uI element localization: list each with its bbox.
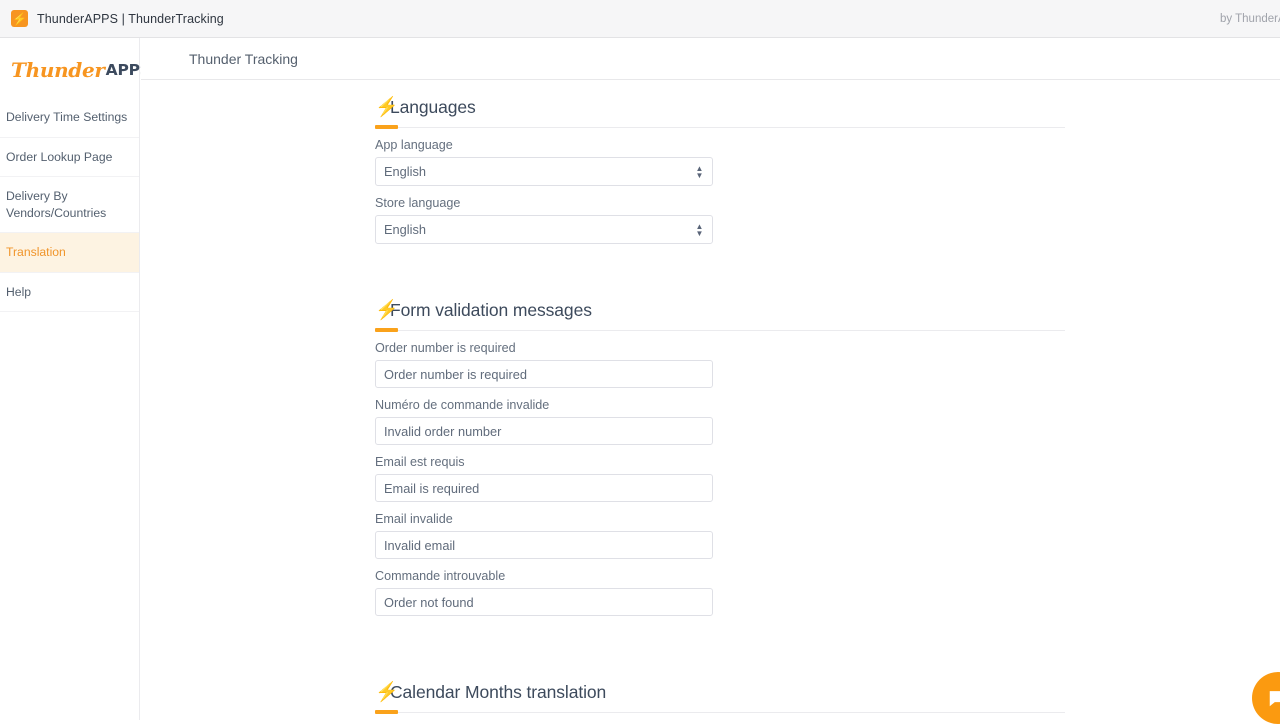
field-email-required: Email est requis (375, 445, 726, 502)
field-order-number-required: Order number is required (375, 331, 726, 388)
field-app-language: App language English ▲ ▼ (375, 128, 726, 186)
browser-title-bar: ⚡ ThunderAPPS | ThunderTracking by Thund… (0, 0, 1280, 38)
field-month-january: January (375, 713, 551, 720)
field-order-not-found: Commande introuvable (375, 559, 726, 616)
sidebar-item-order-lookup-page[interactable]: Order Lookup Page (0, 138, 139, 177)
languages-field-grid: App language English ▲▼ Store language (375, 128, 1065, 244)
invalid-order-number-input[interactable] (375, 417, 713, 445)
form-validation-field-grid: Order number is required Numéro de comma… (375, 331, 1065, 626)
sidebar-item-help[interactable]: Help (0, 273, 139, 312)
main-content: ⚡ Languages App language English ▲ ▼ Sto… (141, 81, 1280, 720)
app-logo[interactable]: Thunder APPS (0, 48, 151, 92)
field-empty-spacer (375, 616, 726, 626)
translation-form: ⚡ Languages App language English ▲ ▼ Sto… (375, 81, 1065, 720)
store-language-select-wrap: English ▲ ▼ (375, 215, 713, 244)
calendar-months-field-grid: January February March April May (375, 713, 1065, 720)
field-store-language: Store language English ▲ ▼ (375, 186, 726, 244)
field-label: Store language (375, 196, 461, 210)
email-required-input[interactable] (375, 474, 713, 502)
field-label: Commande introuvable (375, 569, 506, 583)
section-form-validation-title: Form validation messages (390, 300, 592, 320)
lightning-bolt-icon: ⚡ (375, 97, 399, 118)
app-language-select-wrap: English ▲ ▼ (375, 157, 713, 186)
section-divider (375, 710, 1065, 714)
section-languages: ⚡ Languages App language English ▲ ▼ Sto… (375, 81, 1065, 244)
section-form-validation: ⚡ Form validation messages Order number … (375, 284, 1065, 626)
bolt-glyph: ⚡ (12, 11, 27, 26)
section-calendar-months: ⚡ Calendar Months translation January Fe… (375, 666, 1065, 720)
field-label: App language (375, 138, 453, 152)
field-invalid-order-number: Numéro de commande invalide (375, 388, 726, 445)
field-label: Order number is required (375, 341, 516, 355)
page-title: Thunder Tracking (189, 50, 298, 67)
sidebar: Thunder APPS Delivery Time Settings Order… (0, 38, 151, 720)
order-not-found-input[interactable] (375, 588, 713, 616)
logo-thunder-text: Thunder (11, 58, 105, 82)
field-label: Email est requis (375, 455, 465, 469)
section-calendar-months-header: ⚡ Calendar Months translation (375, 666, 1065, 703)
sidebar-item-delivery-by-vendors-countries[interactable]: Delivery By Vendors/Countries (0, 177, 139, 233)
field-month-march: March (726, 713, 902, 720)
section-languages-title: Languages (390, 97, 476, 117)
field-invalid-email: Email invalide (375, 502, 726, 559)
sidebar-item-delivery-time-settings[interactable]: Delivery Time Settings (0, 98, 139, 138)
field-month-february: February (551, 713, 727, 720)
attribution-label: by ThunderAPPS (1220, 13, 1280, 25)
window-title: ThunderAPPS | ThunderTracking (37, 11, 224, 26)
sidebar-item-translation[interactable]: Translation (0, 233, 139, 273)
section-form-validation-header: ⚡ Form validation messages (375, 284, 1065, 321)
field-label: Numéro de commande invalide (375, 398, 550, 412)
app-language-select[interactable]: English (375, 157, 713, 186)
store-language-select[interactable]: English (375, 215, 713, 244)
lightning-bolt-icon: ⚡ (375, 300, 399, 321)
field-label: Email invalide (375, 512, 453, 526)
section-languages-header: ⚡ Languages (375, 81, 1065, 118)
section-divider (375, 125, 1065, 129)
section-divider (375, 328, 1065, 332)
thunder-bolt-favicon-icon: ⚡ (11, 10, 28, 27)
lightning-bolt-icon: ⚡ (375, 682, 399, 703)
chat-bubble-icon (1269, 691, 1280, 707)
order-number-required-input[interactable] (375, 360, 713, 388)
content-header: Thunder Tracking (141, 38, 1280, 80)
invalid-email-input[interactable] (375, 531, 713, 559)
section-calendar-months-title: Calendar Months translation (390, 682, 607, 702)
